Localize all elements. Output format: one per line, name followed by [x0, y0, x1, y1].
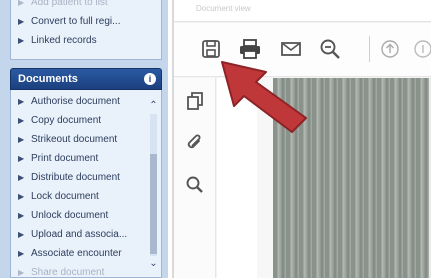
list-item-distribute-document[interactable]: ▶ Distribute document	[11, 168, 147, 187]
list-item-label: Linked records	[31, 35, 97, 46]
documents-panel-header[interactable]: Documents i	[10, 68, 162, 90]
chevron-right-icon: ▶	[18, 97, 25, 106]
list-item-add-patient[interactable]: ▶ Add patient to list	[11, 0, 161, 12]
attachment-icon	[187, 134, 201, 149]
list-item-share-document[interactable]: ▶ Share document	[11, 263, 147, 278]
viewer-side-tools	[174, 78, 216, 278]
chevron-right-icon: ▶	[18, 211, 25, 220]
copy-button[interactable]	[182, 88, 208, 114]
documents-header-title: Documents	[18, 73, 78, 85]
page-up-icon	[381, 40, 399, 58]
chevron-right-icon: ▶	[18, 36, 25, 45]
scroll-thumb[interactable]	[150, 154, 157, 254]
chevron-right-icon: ▶	[18, 173, 25, 182]
list-item-lock-document[interactable]: ▶ Lock document	[11, 187, 147, 206]
info-icon[interactable]: i	[144, 73, 156, 85]
scroll-track[interactable]	[150, 114, 157, 256]
page-up-button[interactable]	[377, 36, 403, 62]
zoom-out-icon	[320, 39, 340, 59]
chevron-right-icon: ▶	[18, 192, 25, 201]
documents-list: ▶ Authorise document ▶ Copy document ▶ S…	[10, 90, 162, 278]
list-item-label: Strikeout document	[31, 134, 118, 145]
chevron-right-icon: ▶	[18, 116, 25, 125]
search-icon	[186, 176, 203, 193]
toolbar-divider	[369, 36, 370, 62]
list-item-label: Distribute document	[31, 172, 120, 183]
page-down-icon	[414, 40, 431, 58]
chevron-right-icon: ▶	[18, 249, 25, 258]
viewer-title-bar: Document view	[174, 0, 431, 22]
chevron-right-icon: ▶	[18, 154, 25, 163]
list-item-print-document[interactable]: ▶ Print document	[11, 149, 147, 168]
page-down-button[interactable]	[410, 36, 431, 62]
search-button[interactable]	[182, 172, 208, 198]
documents-scrollbar[interactable]: ⌃ ⌄	[147, 100, 160, 270]
list-item-unlock-document[interactable]: ▶ Unlock document	[11, 206, 147, 225]
chevron-right-icon: ▶	[18, 268, 25, 277]
list-item-label: Convert to full regi...	[31, 16, 121, 27]
list-item-linked-records[interactable]: ▶ Linked records	[11, 31, 161, 50]
chevron-up-icon[interactable]: ⌃	[147, 100, 160, 112]
list-item-strikeout-document[interactable]: ▶ Strikeout document	[11, 130, 147, 149]
list-item-copy-document[interactable]: ▶ Copy document	[11, 111, 147, 130]
record-actions-list: ▶ Add patient to list ▶ Convert to full …	[10, 0, 162, 60]
chevron-right-icon: ▶	[18, 17, 25, 26]
list-item-convert[interactable]: ▶ Convert to full regi...	[11, 12, 161, 31]
annotation-arrow-icon	[221, 61, 307, 133]
document-title: Document view	[196, 4, 251, 13]
chevron-down-icon[interactable]: ⌄	[147, 258, 160, 270]
left-panel: ▶ Add patient to list ▶ Convert to full …	[0, 0, 168, 278]
list-item-label: Authorise document	[31, 96, 120, 107]
list-item-authorise-document[interactable]: ▶ Authorise document	[11, 92, 147, 111]
chevron-right-icon: ▶	[18, 230, 25, 239]
list-item-associate-encounter[interactable]: ▶ Associate encounter	[11, 244, 147, 263]
chevron-right-icon: ▶	[18, 135, 25, 144]
document-viewer: Document view	[172, 0, 431, 278]
list-item-label: Share document	[31, 267, 105, 278]
list-item-label: Unlock document	[31, 210, 109, 221]
copy-icon	[187, 92, 203, 110]
attachment-button[interactable]	[182, 130, 208, 156]
list-item-label: Add patient to list	[31, 0, 108, 8]
list-item-label: Print document	[31, 153, 99, 164]
chevron-right-icon: ▶	[18, 0, 25, 7]
list-item-upload-associate[interactable]: ▶ Upload and associa...	[11, 225, 147, 244]
list-item-label: Copy document	[31, 115, 102, 126]
list-item-label: Upload and associa...	[31, 229, 128, 240]
list-item-label: Associate encounter	[31, 248, 122, 259]
zoom-out-button[interactable]	[317, 36, 343, 62]
list-item-label: Lock document	[31, 191, 99, 202]
